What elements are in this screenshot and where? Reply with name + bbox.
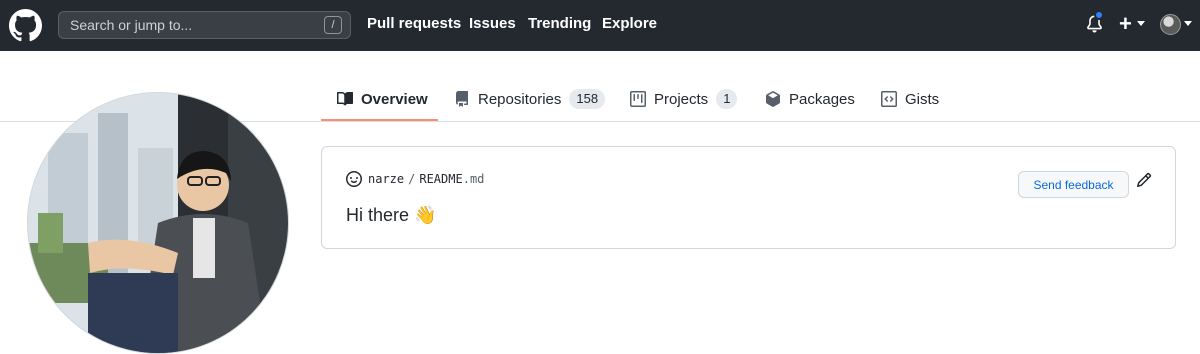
- search-input[interactable]: Search or jump to... /: [58, 11, 351, 39]
- plus-icon[interactable]: +: [1119, 12, 1132, 36]
- tab-packages-label: Packages: [789, 90, 855, 108]
- readme-extension: .md: [462, 172, 485, 186]
- chevron-down-icon[interactable]: [1184, 21, 1192, 26]
- tab-gists-label: Gists: [905, 90, 940, 108]
- repositories-count-badge: 158: [569, 89, 606, 109]
- send-feedback-button[interactable]: Send feedback: [1018, 171, 1129, 198]
- top-navigation-bar: Search or jump to... / Pull requests Iss…: [0, 0, 1200, 51]
- tab-projects[interactable]: Projects 1: [630, 88, 738, 110]
- repo-icon: [456, 91, 468, 107]
- nav-issues[interactable]: Issues: [469, 15, 516, 32]
- user-avatar[interactable]: [1160, 14, 1181, 35]
- code-square-icon: [881, 91, 897, 107]
- profile-avatar[interactable]: [27, 92, 289, 354]
- tab-repositories-label: Repositories: [478, 90, 562, 108]
- nav-explore[interactable]: Explore: [602, 15, 657, 32]
- smiley-icon: [346, 171, 362, 187]
- tab-overview-label: Overview: [361, 90, 428, 108]
- github-mark-icon[interactable]: [9, 9, 42, 42]
- readme-greeting: Hi there 👋: [346, 205, 437, 225]
- tab-overview[interactable]: Overview: [337, 88, 428, 110]
- nav-pull-requests[interactable]: Pull requests: [367, 15, 461, 32]
- readme-filename[interactable]: README: [419, 172, 462, 186]
- readme-path: narze / README .md: [346, 171, 484, 187]
- readme-owner[interactable]: narze: [368, 172, 404, 186]
- tab-repositories[interactable]: Repositories 158: [454, 88, 606, 110]
- profile-readme-card: narze / README .md Send feedback Hi there…: [321, 146, 1176, 249]
- book-icon: [337, 91, 353, 106]
- package-icon: [766, 91, 780, 107]
- project-icon: [630, 91, 646, 107]
- tab-packages[interactable]: Packages: [765, 88, 855, 110]
- search-placeholder: Search or jump to...: [70, 17, 193, 33]
- nav-trending[interactable]: Trending: [528, 15, 591, 32]
- profile-photo-illustration: [28, 93, 288, 353]
- chevron-down-icon[interactable]: [1137, 21, 1145, 26]
- search-shortcut-key: /: [324, 16, 342, 34]
- projects-count-badge: 1: [716, 89, 738, 109]
- tab-projects-label: Projects: [654, 90, 709, 108]
- notification-dot: [1094, 10, 1104, 20]
- path-separator: /: [408, 172, 416, 186]
- pencil-icon[interactable]: [1136, 172, 1152, 188]
- tab-gists[interactable]: Gists: [881, 88, 939, 110]
